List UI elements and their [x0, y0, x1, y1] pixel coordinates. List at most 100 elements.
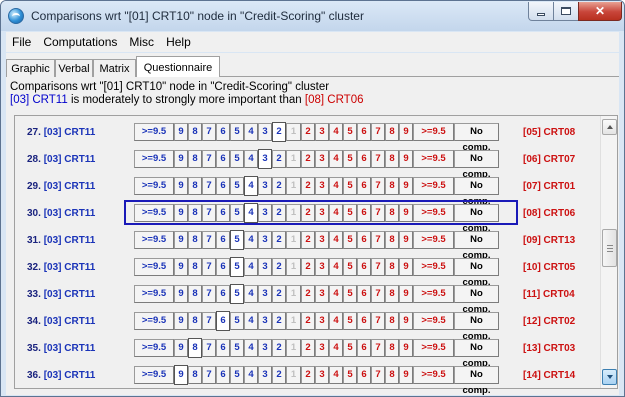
scale-cell[interactable]: >=9.5 [134, 285, 174, 303]
scale-cell[interactable]: 4 [244, 312, 258, 330]
scale-cell[interactable]: 2 [301, 312, 315, 330]
scale-cell[interactable]: 7 [371, 366, 385, 384]
scale-cell[interactable]: 9 [399, 123, 413, 141]
no-comparison-button[interactable]: No comp. [454, 258, 499, 288]
scale-cell[interactable]: 5 [343, 123, 357, 141]
scale-cell[interactable]: 5 [230, 366, 244, 384]
scale-cell[interactable]: 8 [188, 231, 202, 249]
scale-cell[interactable]: 2 [301, 123, 315, 141]
scale-cell[interactable]: 6 [357, 177, 371, 195]
scale-cell[interactable]: >=9.5 [134, 312, 174, 330]
scale-cell[interactable]: 8 [385, 177, 399, 195]
scale-cell[interactable]: 8 [188, 123, 202, 141]
scale-cell[interactable]: 3 [315, 312, 329, 330]
scale-cell[interactable]: 6 [216, 204, 230, 222]
scale-cell[interactable]: 8 [385, 123, 399, 141]
scale-cell[interactable]: 4 [244, 150, 258, 168]
scale-cell[interactable]: 5 [343, 285, 357, 303]
scale-cell[interactable]: 2 [301, 285, 315, 303]
scale-cell[interactable]: 4 [244, 285, 258, 303]
scale-cell[interactable]: 4 [329, 123, 343, 141]
scale-cell[interactable]: 3 [258, 231, 272, 249]
scale-cell[interactable]: 2 [272, 177, 286, 195]
scale-cell[interactable]: 1 [286, 258, 301, 276]
scale-cell[interactable]: 6 [357, 204, 371, 222]
scale-cell[interactable]: 5 [343, 177, 357, 195]
scale-cell[interactable]: 7 [202, 177, 216, 195]
scale-cell[interactable]: 2 [272, 122, 286, 142]
scale-cell[interactable]: 9 [174, 177, 188, 195]
scale-cell[interactable]: 7 [202, 231, 216, 249]
menu-help[interactable]: Help [160, 32, 197, 52]
scale-cell[interactable]: 5 [230, 177, 244, 195]
scale-cell[interactable]: 1 [286, 366, 301, 384]
scale-cell[interactable]: >=9.5 [413, 312, 454, 330]
scale-cell[interactable]: 5 [343, 150, 357, 168]
scale-cell[interactable]: >=9.5 [134, 150, 174, 168]
scale-cell[interactable]: 3 [258, 204, 272, 222]
scale-cell[interactable]: 9 [399, 285, 413, 303]
scale-cell[interactable]: 7 [371, 177, 385, 195]
scale-cell[interactable]: 5 [343, 366, 357, 384]
no-comparison-button[interactable]: No comp. [454, 285, 499, 315]
scale-cell[interactable]: 9 [174, 204, 188, 222]
scale-cell[interactable]: 4 [329, 366, 343, 384]
no-comparison-button[interactable]: No comp. [454, 231, 499, 261]
scale-cell[interactable]: 9 [174, 339, 188, 357]
scale-cell[interactable]: 4 [329, 177, 343, 195]
scale-cell[interactable]: 1 [286, 339, 301, 357]
scale-cell[interactable]: >=9.5 [134, 204, 174, 222]
scale-cell[interactable]: 3 [315, 150, 329, 168]
scale-cell[interactable]: 2 [301, 231, 315, 249]
scale-cell[interactable]: 9 [174, 312, 188, 330]
scroll-up-button[interactable] [602, 119, 617, 135]
scale-cell[interactable]: 4 [329, 312, 343, 330]
scale-cell[interactable]: >=9.5 [413, 285, 454, 303]
tab-matrix[interactable]: Matrix [93, 59, 136, 77]
scale-cell[interactable]: >=9.5 [134, 339, 174, 357]
scale-cell[interactable]: 8 [188, 204, 202, 222]
scale-cell[interactable]: 9 [174, 231, 188, 249]
scale-cell[interactable]: 3 [315, 339, 329, 357]
scale-cell[interactable]: 9 [399, 231, 413, 249]
scale-cell[interactable]: 9 [399, 204, 413, 222]
scale-cell[interactable]: 1 [286, 312, 301, 330]
scale-cell[interactable]: 2 [301, 177, 315, 195]
scale-cell[interactable]: >=9.5 [134, 177, 174, 195]
scale-cell[interactable]: 3 [258, 149, 272, 169]
scale-cell[interactable]: 8 [385, 150, 399, 168]
scale-cell[interactable]: 6 [357, 150, 371, 168]
scale-cell[interactable]: 7 [202, 366, 216, 384]
scale-cell[interactable]: 6 [216, 231, 230, 249]
scale-cell[interactable]: 6 [216, 366, 230, 384]
scale-cell[interactable]: 4 [329, 258, 343, 276]
scroll-down-button[interactable] [602, 369, 617, 385]
scale-cell[interactable]: 3 [315, 123, 329, 141]
scale-cell[interactable]: >=9.5 [413, 366, 454, 384]
title-bar[interactable]: Comparisons wrt "[01] CRT10" node in "Cr… [1, 1, 624, 31]
scale-cell[interactable]: 2 [272, 285, 286, 303]
scale-cell[interactable]: 2 [301, 204, 315, 222]
scale-cell[interactable]: 2 [272, 366, 286, 384]
scale-cell[interactable]: 4 [329, 339, 343, 357]
scale-cell[interactable]: 9 [399, 339, 413, 357]
menu-computations[interactable]: Computations [37, 32, 123, 52]
scale-cell[interactable]: 7 [371, 231, 385, 249]
vertical-scrollbar[interactable] [600, 116, 617, 388]
scale-cell[interactable]: 5 [230, 312, 244, 330]
scale-cell[interactable]: 4 [244, 339, 258, 357]
no-comparison-button[interactable]: No comp. [454, 339, 499, 369]
no-comparison-button[interactable]: No comp. [454, 150, 499, 180]
scale-cell[interactable]: 5 [230, 284, 244, 304]
scale-cell[interactable]: 3 [315, 231, 329, 249]
scale-cell[interactable]: 6 [216, 258, 230, 276]
minimize-button[interactable] [528, 2, 554, 21]
menu-misc[interactable]: Misc [123, 32, 160, 52]
scale-cell[interactable]: 7 [371, 285, 385, 303]
scale-cell[interactable]: 4 [329, 204, 343, 222]
scale-cell[interactable]: 6 [357, 312, 371, 330]
scale-cell[interactable]: 2 [272, 150, 286, 168]
scale-cell[interactable]: 6 [216, 150, 230, 168]
scale-cell[interactable]: 6 [216, 285, 230, 303]
scale-cell[interactable]: 6 [216, 123, 230, 141]
